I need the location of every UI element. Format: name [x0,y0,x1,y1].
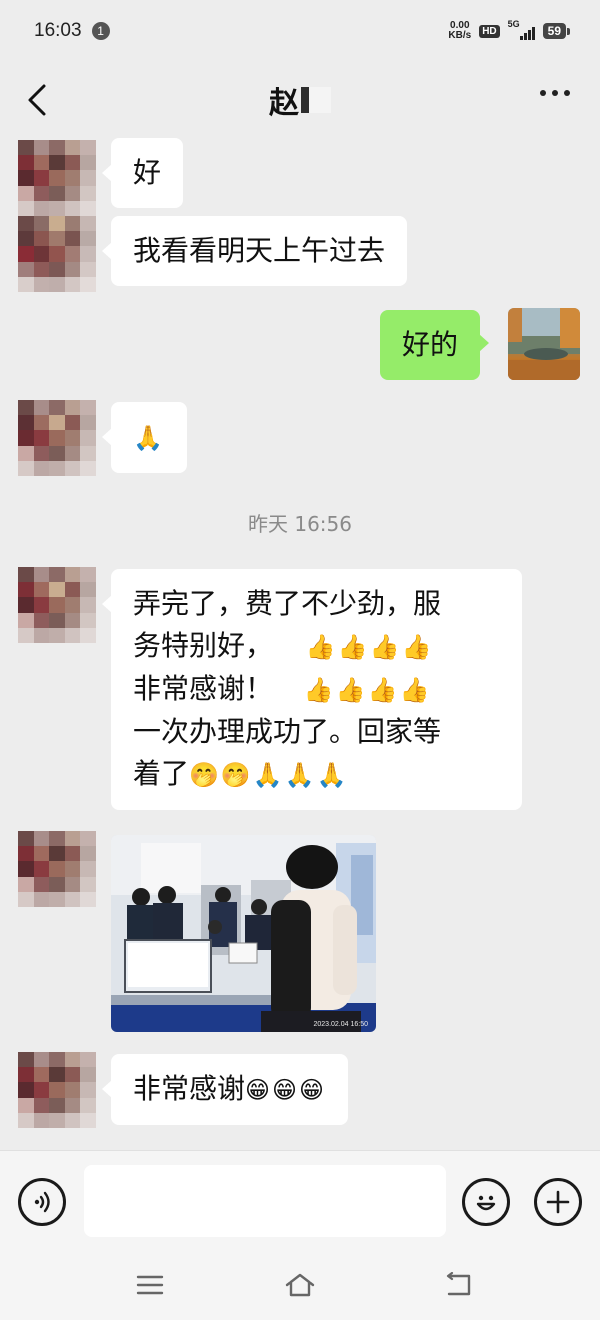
message-text: 非常感谢 [133,1072,246,1105]
message-input[interactable] [84,1165,446,1237]
contact-avatar[interactable] [18,216,96,292]
home-icon [285,1273,315,1297]
hd-badge: HD [479,24,500,38]
contact-avatar[interactable] [18,831,96,907]
message-text: 着了 [133,757,190,790]
more-button[interactable] [540,90,570,96]
plus-icon [546,1190,570,1214]
message-line: 弄完了，费了不少劲，服 [133,587,442,620]
message-text: 我看看明天上午过去 [133,234,386,267]
message-text: 非常感谢！ [133,672,274,705]
contact-avatar[interactable] [18,140,96,216]
message-text: 好的 [402,328,459,361]
chat-title: 赵 [269,78,331,122]
system-nav-bar [0,1252,600,1320]
thumbs-up-emoji: 👍👍👍👍 [305,633,434,661]
name-redaction [301,87,331,113]
message-line: 着了🤭🤭🙏🙏🙏 [133,753,500,796]
message-timestamp: 昨天 16:56 [248,512,352,536]
office-scene-image [111,835,376,1032]
back-button[interactable] [22,80,52,120]
contact-name: 赵 [269,86,299,121]
emoji-button[interactable] [462,1178,510,1226]
network-speed-unit: KB/s [448,30,472,41]
back-nav-button[interactable] [441,1270,475,1300]
voice-icon [34,1191,50,1213]
emoji-icon [476,1195,496,1211]
message-bubble[interactable]: 好 [101,138,184,208]
pray-emoji: 🙏 [133,424,165,452]
contact-avatar[interactable] [18,400,96,476]
menu-icon [136,1275,164,1295]
message-line: 一次办理成功了。回家等 [133,715,442,748]
photo-timestamp: 2023.02.04 16:50 [313,1021,369,1028]
status-indicators: 0.00 KB/s HD 5G 59 [448,19,571,41]
message-text: 务特别好， [133,629,274,662]
home-button[interactable] [283,1270,317,1300]
photo-message[interactable]: 2023.02.04 16:50 [111,835,376,1032]
contact-avatar[interactable] [18,1052,96,1128]
my-message-bubble[interactable]: 好的 [380,310,490,380]
landscape-photo [508,308,580,380]
menu-button[interactable] [133,1270,167,1300]
add-button[interactable] [534,1178,582,1226]
message-line: 务特别好， 👍👍👍👍 [133,625,500,668]
network-type: 5G [507,19,520,29]
message-bubble[interactable]: 弄完了，费了不少劲，服 务特别好， 👍👍👍👍 非常感谢！ 👍👍👍👍 一次办理成功… [102,569,522,810]
thumbs-up-emoji: 👍👍👍👍 [303,676,432,704]
chevron-left-icon [28,84,46,116]
back-icon [446,1272,471,1296]
message-bubble[interactable]: 我看看明天上午过去 [101,216,408,286]
notification-badge: 1 [91,22,110,40]
grin-emoji: 😁😁😁 [245,1076,327,1104]
message-bubble[interactable]: 非常感谢😁😁😁 [101,1054,349,1125]
chat-header: 赵 [0,62,600,138]
status-bar: 16:03 1 0.00 KB/s HD 5G 59 [0,0,600,62]
input-bar [0,1150,600,1252]
ellipsis-icon [540,90,546,96]
message-line: 非常感谢！ 👍👍👍👍 [133,668,500,711]
signal-icon: 5G [507,19,535,40]
my-avatar[interactable] [508,308,580,380]
battery-indicator: 59 [542,23,571,39]
emoji-sequence: 🤭🤭🙏🙏🙏 [189,761,349,789]
status-time: 16:03 [34,20,82,41]
contact-avatar[interactable] [18,567,96,643]
voice-button[interactable] [18,1178,66,1226]
message-bubble[interactable]: 🙏 [102,402,187,473]
network-speed: 0.00 KB/s [448,21,471,41]
chat-area[interactable]: 好 我看看明天上午过去 好的 🙏 昨天 16:56 弄完了，费了不少劲，服 务特… [0,138,600,1150]
message-text: 好 [133,156,162,189]
